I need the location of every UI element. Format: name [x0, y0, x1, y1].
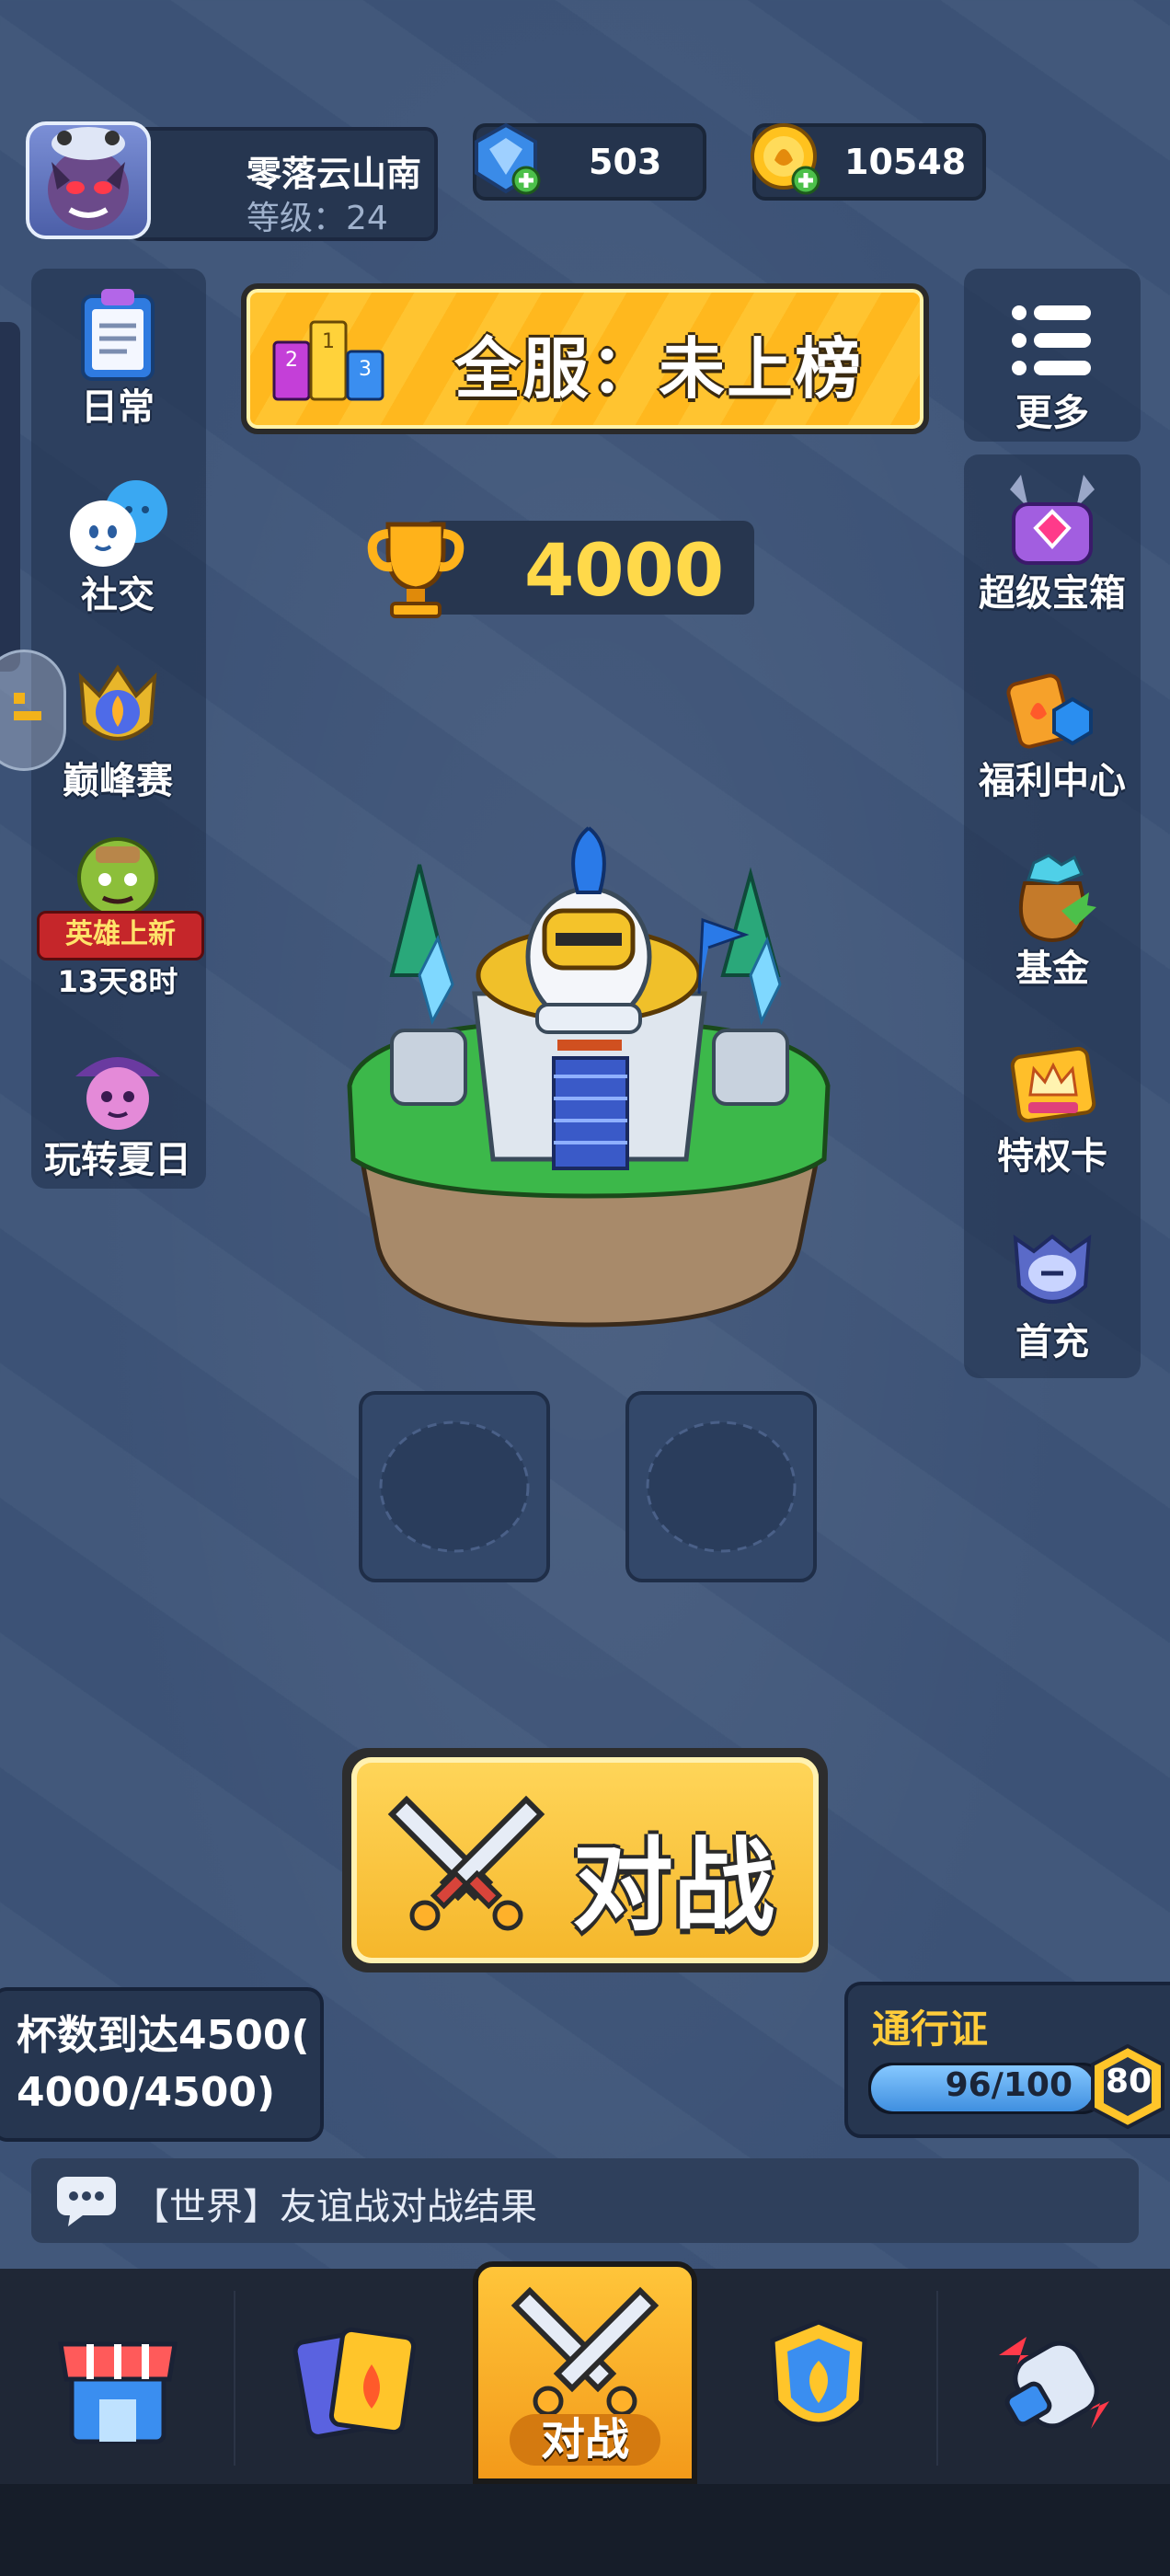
- empty-slot-silhouette-icon: [379, 1420, 530, 1553]
- gem-icon: [475, 122, 541, 195]
- avatar[interactable]: [26, 121, 151, 239]
- gold-counter[interactable]: 10548: [751, 123, 986, 201]
- nav-separator: [234, 2291, 235, 2466]
- menu-fund[interactable]: 基金: [960, 846, 1144, 992]
- podium-second: 2: [285, 349, 298, 372]
- battle-button-label: 对战: [572, 1827, 774, 1945]
- battle-icon: [510, 2286, 660, 2417]
- menu-social[interactable]: 社交: [26, 473, 210, 618]
- quest-line-1: 杯数到达4500(: [17, 2012, 310, 2059]
- battle-pass-progress-text: 96/100: [945, 2066, 1072, 2104]
- nav-separator: [936, 2291, 938, 2466]
- battle-pass-panel[interactable]: 通行证 96/100 80: [844, 1982, 1170, 2138]
- trophy-quest-panel[interactable]: 杯数到达4500( 4000/4500): [0, 1987, 324, 2142]
- ranking-label: 全服：未上榜: [454, 330, 864, 408]
- glove-icon: [999, 2337, 1109, 2429]
- super-chest-icon: [1010, 475, 1095, 565]
- system-nav-strip: [0, 2484, 1170, 2576]
- crown-card-icon: [1010, 1046, 1096, 1123]
- podium-icon: 2 1 3: [272, 320, 384, 401]
- nav-battle[interactable]: 对战: [473, 2261, 697, 2484]
- menu-new-hero[interactable]: 英雄上新 13天8时: [26, 830, 210, 1001]
- podium-first: 1: [322, 330, 335, 353]
- nav-shop[interactable]: [35, 2300, 201, 2466]
- trophy-value: 4000: [524, 530, 725, 613]
- menu-peak-match[interactable]: 巅峰赛: [26, 659, 210, 804]
- player-level: 等级：24: [247, 200, 388, 237]
- menu-super-chest[interactable]: 超级宝箱: [960, 471, 1144, 616]
- menu-welfare[interactable]: 福利中心: [960, 659, 1144, 804]
- battle-button[interactable]: 对战: [342, 1748, 828, 1972]
- nav-battle-label: 对战: [510, 2414, 660, 2466]
- menu-privilege-card[interactable]: 特权卡: [960, 1034, 1144, 1179]
- gems-value: 503: [589, 142, 662, 182]
- crest-icon: [78, 664, 157, 741]
- fund-bag-icon: [1018, 854, 1096, 943]
- empty-slot-silhouette-icon: [646, 1420, 797, 1553]
- podium-third: 3: [359, 358, 372, 381]
- menu-first-charge[interactable]: 首充: [960, 1220, 1144, 1365]
- menu-list-icon: [1012, 305, 1091, 375]
- nav-cards[interactable]: [270, 2300, 436, 2466]
- chat-icon: [57, 2177, 116, 2226]
- quest-line-2: 4000/4500): [17, 2069, 276, 2116]
- new-hero-timer: 13天8时: [57, 964, 178, 999]
- clan-shield-icon: [770, 2319, 867, 2427]
- side-drawer-tab[interactable]: [0, 322, 20, 672]
- battle-pass-title: 通行证: [872, 2007, 989, 2052]
- menu-daily[interactable]: 日常: [26, 285, 210, 431]
- gold-coin-icon: [751, 123, 820, 195]
- chat-message: 【世界】友谊战对战结果: [132, 2186, 537, 2228]
- world-chat-bar[interactable]: 【世界】友谊战对战结果: [31, 2158, 1139, 2243]
- shop-icon: [58, 2341, 178, 2444]
- nav-clan[interactable]: [736, 2300, 901, 2466]
- summer-event-icon: [75, 1057, 160, 1130]
- trophy-counter: 4000: [423, 521, 754, 615]
- empty-hero-slot-2[interactable]: [625, 1391, 817, 1582]
- trophy-icon: [367, 522, 465, 618]
- gift-cards-icon: [1006, 673, 1093, 749]
- server-ranking-banner[interactable]: 2 1 3 全服：未上榜: [241, 283, 929, 434]
- menu-more[interactable]: 更多: [960, 291, 1144, 436]
- nav-events[interactable]: [971, 2300, 1137, 2466]
- first-charge-icon: [1013, 1234, 1092, 1304]
- castle-tower-illustration: [347, 826, 831, 1328]
- avatar-icon: [48, 127, 129, 230]
- battle-pass-level: 80: [1105, 2063, 1153, 2100]
- gold-value: 10548: [844, 142, 967, 182]
- player-profile[interactable]: 零落云山南 等级：24: [26, 121, 438, 241]
- menu-summer-event[interactable]: 玩转夏日: [26, 1038, 210, 1183]
- new-hero-badge: 英雄上新: [37, 911, 204, 960]
- clipboard-icon: [81, 289, 155, 381]
- chat-bubbles-icon: [70, 480, 167, 567]
- crossed-swords-icon: [387, 1795, 545, 1931]
- profile-panel: 零落云山南 等级：24: [127, 127, 438, 241]
- gems-counter[interactable]: 503: [473, 122, 706, 201]
- cards-icon: [292, 2327, 417, 2439]
- empty-hero-slot-1[interactable]: [359, 1391, 550, 1582]
- player-name: 零落云山南: [247, 154, 422, 194]
